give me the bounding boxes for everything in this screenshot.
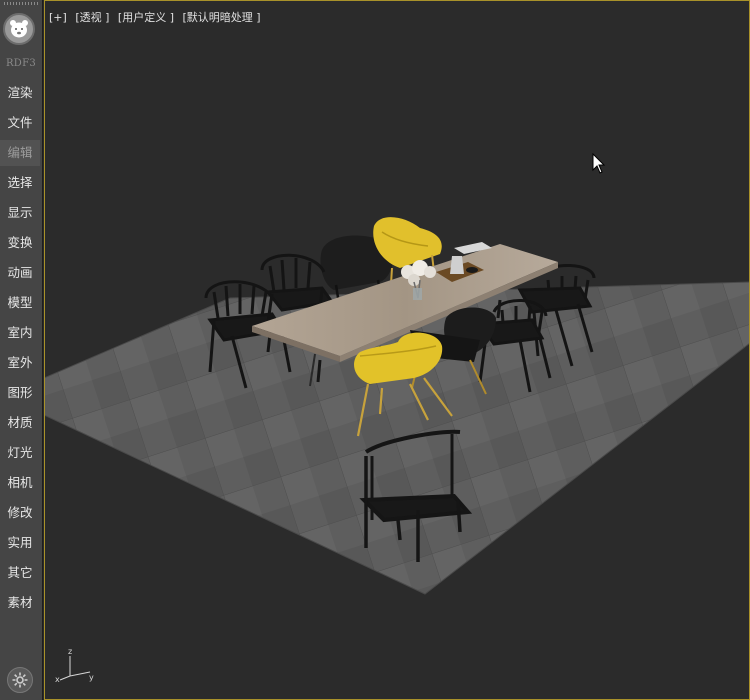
sidebar-item-7[interactable]: 模型 xyxy=(0,290,40,316)
sidebar-item-11[interactable]: 材质 xyxy=(0,410,40,436)
sidebar-item-0[interactable]: 渲染 xyxy=(0,80,40,106)
sidebar-item-13[interactable]: 相机 xyxy=(0,470,40,496)
gizmo-z-label: z xyxy=(68,647,72,656)
sidebar-item-9[interactable]: 室外 xyxy=(0,350,40,376)
axis-gizmo-icon: z y x xyxy=(55,647,94,684)
viewport-lighting-label[interactable]: [默认明暗处理 ] xyxy=(183,11,261,24)
bear-logo-icon xyxy=(3,13,35,45)
perspective-viewport[interactable]: [+] [透视 ] [用户定义 ] [默认明暗处理 ] z y x xyxy=(44,0,750,700)
viewport-labels: [+] [透视 ] [用户定义 ] [默认明暗处理 ] xyxy=(49,9,266,25)
sidebar-item-14[interactable]: 修改 xyxy=(0,500,40,526)
sidebar-drag-handle[interactable] xyxy=(4,2,38,5)
sidebar-item-12[interactable]: 灯光 xyxy=(0,440,40,466)
sidebar-item-8[interactable]: 室内 xyxy=(0,320,40,346)
brand-label: RDF3 xyxy=(5,58,37,69)
3d-scene xyxy=(44,217,750,595)
sidebar-item-6[interactable]: 动画 xyxy=(0,260,40,286)
command-sidebar: RDF3 渲染文件编辑选择显示变换动画模型室内室外图形材质灯光相机修改实用其它素… xyxy=(0,0,43,700)
sidebar-item-4[interactable]: 显示 xyxy=(0,200,40,226)
sidebar-item-5[interactable]: 变换 xyxy=(0,230,40,256)
gizmo-x-label: x xyxy=(55,675,60,684)
viewport-view-label[interactable]: [透视 ] xyxy=(75,11,109,24)
gear-icon[interactable] xyxy=(7,667,33,693)
sidebar-item-3[interactable]: 选择 xyxy=(0,170,40,196)
viewport-shading-label[interactable]: [用户定义 ] xyxy=(118,11,174,24)
sidebar-item-2[interactable]: 编辑 xyxy=(0,140,40,166)
viewport-plus-menu[interactable]: [+] xyxy=(49,11,67,24)
gizmo-y-label: y xyxy=(89,673,94,682)
sidebar-item-17[interactable]: 素材 xyxy=(0,590,40,616)
sidebar-item-15[interactable]: 实用 xyxy=(0,530,40,556)
mouse-cursor-icon xyxy=(592,153,606,174)
sidebar-item-16[interactable]: 其它 xyxy=(0,560,40,586)
sidebar-item-10[interactable]: 图形 xyxy=(0,380,40,406)
sidebar-item-1[interactable]: 文件 xyxy=(0,110,40,136)
